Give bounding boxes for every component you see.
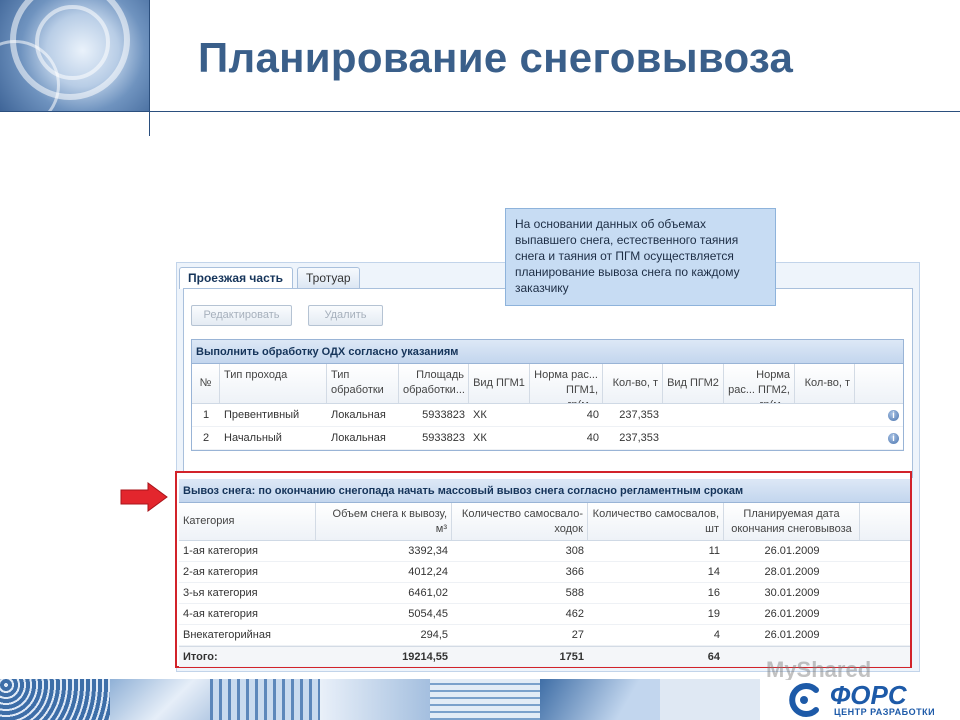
col-trips[interactable]: Количество самосвало-ходок — [452, 503, 588, 540]
col-norm2[interactable]: Норма рас... ПГМ2, гр(м... — [724, 364, 795, 403]
snow-removal-grid-header: Категория Объем снега к вывозу, м³ Колич… — [179, 503, 910, 541]
col-end-date[interactable]: Планируемая дата окончания снеговывоза — [724, 503, 860, 540]
cell-norm2 — [724, 427, 795, 449]
total-trucks: 64 — [707, 651, 720, 663]
cell-pgm2 — [663, 427, 724, 449]
header-vertical-rule — [149, 0, 150, 136]
treatment-grid-title: Выполнить обработку ОДХ согласно указани… — [192, 340, 903, 364]
table-row[interactable]: Внекатегорийная 294,5 27 4 26.01.2009 — [179, 625, 910, 646]
logo-subtitle: ЦЕНТР РАЗРАБОТКИ — [834, 707, 936, 717]
col-norm1[interactable]: Норма рас... ПГМ1, гр(м... — [530, 364, 603, 403]
table-row[interactable]: 2 Начальный Локальная 5933823 ХК 40 237,… — [192, 427, 903, 450]
cell-pgm1: ХК — [473, 432, 487, 444]
col-qty1[interactable]: Кол-во, т — [603, 364, 663, 403]
col-pass-type[interactable]: Тип прохода — [220, 364, 327, 403]
cell-category: Внекатегорийная — [183, 629, 271, 641]
table-row[interactable]: 2-ая категория 4012,24 366 14 28.01.2009 — [179, 562, 910, 583]
planning-panel: Проезжая часть Тротуар Редактировать Уда… — [175, 262, 920, 672]
cell-volume: 3392,34 — [408, 545, 448, 557]
info-icon[interactable]: i — [888, 433, 899, 444]
cell-qty1: 237,353 — [619, 432, 659, 444]
cell-pass-type: Начальный — [224, 432, 282, 444]
cell-category: 2-ая категория — [183, 566, 258, 578]
col-spacer — [860, 503, 910, 540]
cell-trips: 588 — [565, 587, 584, 599]
cell-category: 1-ая категория — [183, 545, 258, 557]
highlight-frame: Вывоз снега: по окончанию снегопада нача… — [175, 471, 912, 668]
header-horizontal-rule — [0, 111, 960, 112]
delete-button[interactable]: Удалить — [308, 305, 383, 326]
cell-trucks: 11 — [708, 545, 720, 557]
cell-pgm2 — [663, 404, 724, 426]
cell-pgm1: ХК — [473, 409, 487, 421]
col-category[interactable]: Категория — [179, 503, 316, 540]
total-trips: 1751 — [559, 651, 584, 663]
tab-sidewalk[interactable]: Тротуар — [297, 267, 360, 289]
table-row[interactable]: 1-ая категория 3392,34 308 11 26.01.2009 — [179, 541, 910, 562]
table-row[interactable]: 1 Превентивный Локальная 5933823 ХК 40 2… — [192, 404, 903, 427]
cell-number: 1 — [202, 409, 210, 421]
table-row[interactable]: 4-ая категория 5054,45 462 19 26.01.2009 — [179, 604, 910, 625]
tab-roadway[interactable]: Проезжая часть — [179, 267, 293, 289]
cell-trucks: 16 — [707, 587, 720, 599]
cell-pass-type: Превентивный — [224, 409, 300, 421]
col-pgm1[interactable]: Вид ПГМ1 — [469, 364, 530, 403]
cell-area: 5933823 — [422, 409, 465, 421]
edit-button[interactable]: Редактировать — [191, 305, 292, 326]
col-area[interactable]: Площадь обработки... — [399, 364, 469, 403]
cell-qty2 — [795, 404, 855, 426]
total-volume: 19214,55 — [402, 651, 448, 663]
fors-logo-icon — [789, 683, 819, 717]
cell-volume: 4012,24 — [408, 566, 448, 578]
total-label: Итого: — [183, 651, 218, 663]
cell-volume: 294,5 — [420, 629, 448, 641]
cell-volume: 5054,45 — [408, 608, 448, 620]
tab-content: Редактировать Удалить Выполнить обработк… — [183, 288, 913, 478]
cell-actions: i — [855, 404, 903, 426]
cell-number: 2 — [202, 432, 210, 444]
callout-note: На основании данных об объемах выпавшего… — [505, 208, 776, 306]
col-volume[interactable]: Объем снега к вывозу, м³ — [316, 503, 452, 540]
cell-end-date: 26.01.2009 — [764, 629, 820, 641]
col-actions — [855, 364, 903, 403]
col-qty2[interactable]: Кол-во, т — [795, 364, 855, 403]
col-process-type[interactable]: Тип обработки — [327, 364, 399, 403]
snow-removal-grid: Вывоз снега: по окончанию снегопада нача… — [179, 479, 910, 667]
cell-norm1: 40 — [586, 409, 599, 421]
cell-end-date: 26.01.2009 — [764, 545, 820, 557]
cell-trucks: 14 — [707, 566, 720, 578]
cell-actions: i — [855, 427, 903, 449]
cell-trips: 462 — [565, 608, 584, 620]
red-arrow-icon — [120, 482, 168, 512]
cell-process-type: Локальная — [331, 409, 386, 421]
cell-category: 4-ая категория — [183, 608, 258, 620]
col-number[interactable]: № — [192, 364, 220, 403]
cell-qty1: 237,353 — [619, 409, 659, 421]
info-icon[interactable]: i — [888, 410, 899, 421]
cell-end-date: 30.01.2009 — [764, 587, 820, 599]
corner-decoration — [0, 0, 150, 112]
col-pgm2[interactable]: Вид ПГМ2 — [663, 364, 724, 403]
treatment-grid: Выполнить обработку ОДХ согласно указани… — [191, 339, 904, 451]
cell-trips: 308 — [565, 545, 584, 557]
cell-norm2 — [724, 404, 795, 426]
company-logo: ФОРС ЦЕНТР РАЗРАБОТКИ — [780, 680, 960, 720]
slide-title: Планирование снеговывоза — [198, 34, 794, 81]
cell-trips: 366 — [565, 566, 584, 578]
treatment-grid-header: № Тип прохода Тип обработки Площадь обра… — [192, 364, 903, 404]
cell-volume: 6461,02 — [408, 587, 448, 599]
cell-trucks: 4 — [713, 629, 720, 641]
table-row[interactable]: 3-ья категория 6461,02 588 16 30.01.2009 — [179, 583, 910, 604]
cell-qty2 — [795, 427, 855, 449]
snow-removal-grid-title: Вывоз снега: по окончанию снегопада нача… — [179, 479, 910, 503]
cell-category: 3-ья категория — [183, 587, 258, 599]
cell-process-type: Локальная — [331, 432, 386, 444]
cell-area: 5933823 — [422, 432, 465, 444]
cell-trips: 27 — [571, 629, 584, 641]
cell-end-date: 26.01.2009 — [764, 608, 820, 620]
cell-end-date: 28.01.2009 — [764, 566, 820, 578]
cell-trucks: 19 — [707, 608, 720, 620]
cell-norm1: 40 — [586, 432, 599, 444]
col-trucks[interactable]: Количество самосвалов, шт — [588, 503, 724, 540]
